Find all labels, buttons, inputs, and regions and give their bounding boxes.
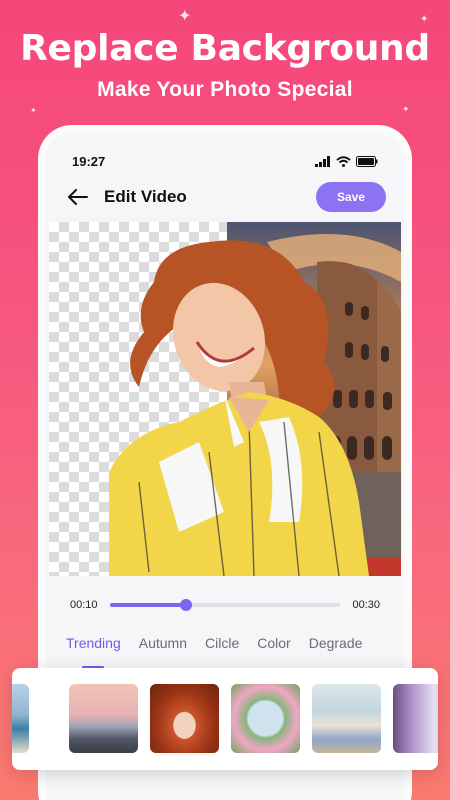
sparkle-icon: ✦: [420, 14, 429, 25]
video-timeline: 00:10 00:30: [70, 595, 380, 615]
background-thumbnail-cozy-room[interactable]: [312, 684, 381, 753]
background-thumbnail-purple-interior[interactable]: [393, 684, 438, 753]
tab-cilcle[interactable]: Cilcle: [205, 635, 239, 661]
back-button[interactable]: [66, 185, 90, 209]
category-tabs: Trending Autumn Cilcle Color Degrade: [66, 635, 394, 661]
sparkle-icon: ✦: [178, 8, 192, 25]
tab-color[interactable]: Color: [257, 635, 290, 661]
arrow-left-icon: [68, 189, 88, 205]
current-time: 00:10: [70, 599, 98, 611]
tab-degrade[interactable]: Degrade: [309, 635, 363, 661]
person-subject: [109, 240, 369, 576]
background-thumbnail-sunset-beach[interactable]: [69, 684, 138, 753]
timeline-progress: [109, 603, 186, 607]
save-button[interactable]: Save: [316, 182, 386, 212]
end-time: 00:30: [352, 599, 380, 611]
sparkle-icon: ✦: [402, 104, 410, 114]
battery-icon: [356, 155, 378, 167]
hero-title: Replace Background: [20, 28, 430, 69]
app-bar: Edit Video Save: [66, 179, 386, 215]
photo-canvas[interactable]: [49, 222, 401, 576]
background-thumbnail-beach-sea[interactable]: [12, 684, 29, 753]
sparkle-icon: ✦: [30, 106, 37, 115]
timeline-track[interactable]: [109, 599, 341, 611]
background-picker: [12, 668, 438, 770]
status-bar: 19:27: [72, 153, 378, 169]
wifi-icon: [336, 155, 351, 167]
timeline-handle[interactable]: [179, 599, 192, 611]
signal-icon: [315, 155, 330, 167]
status-time: 19:27: [72, 153, 106, 169]
background-thumbnail-rock-arch[interactable]: [150, 684, 219, 753]
page-title: Edit Video: [104, 187, 187, 206]
background-thumbnail-flower-frame[interactable]: [231, 684, 300, 753]
tab-autumn[interactable]: Autumn: [139, 635, 187, 661]
tab-trending[interactable]: Trending: [66, 635, 121, 661]
hero-subtitle: Make Your Photo Special: [97, 78, 353, 101]
